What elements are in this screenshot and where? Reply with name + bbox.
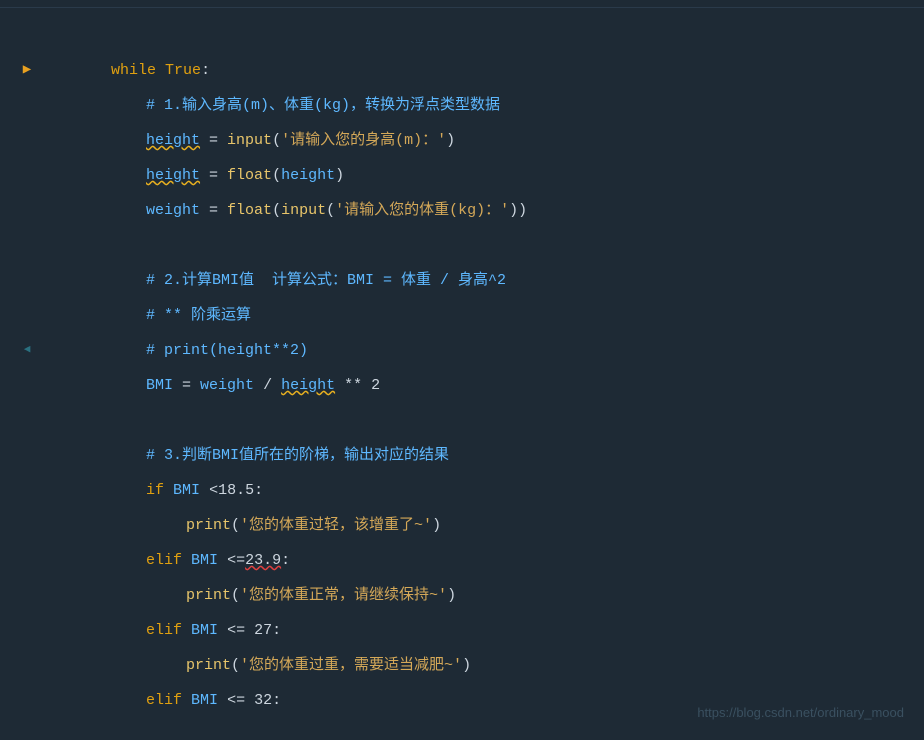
var-weight-2: weight xyxy=(200,377,254,394)
breakpoint-arrow: ▶ xyxy=(23,53,31,88)
func-input-2: input xyxy=(281,202,326,219)
code-line-11: BMI = weight / height ** 2 xyxy=(20,368,924,403)
code-line-6: weight = float(input('请输入您的体重(kg)：')) xyxy=(20,193,924,228)
var-weight-1: weight xyxy=(146,202,200,219)
var-bmi-1: BMI xyxy=(146,377,173,394)
var-height-4: height xyxy=(281,377,335,394)
watermark: https://blog.csdn.net/ordinary_mood xyxy=(697,695,904,730)
editor-container: ▶ while True: # 1.输入身高(m)、体重(kg)，转换为浮点类型… xyxy=(0,0,924,740)
code-area: ▶ while True: # 1.输入身高(m)、体重(kg)，转换为浮点类型… xyxy=(0,8,924,728)
string-2: '请输入您的体重(kg)：' xyxy=(335,202,509,219)
var-bmi-5: BMI xyxy=(191,692,218,709)
gutter-10: ◀ xyxy=(20,333,34,368)
arrow-10: ◀ xyxy=(24,333,31,368)
keyword-elif-3: elif xyxy=(146,692,182,709)
func-float-2: float xyxy=(227,202,272,219)
gutter-2: ▶ xyxy=(20,53,34,88)
top-bar xyxy=(0,0,924,8)
